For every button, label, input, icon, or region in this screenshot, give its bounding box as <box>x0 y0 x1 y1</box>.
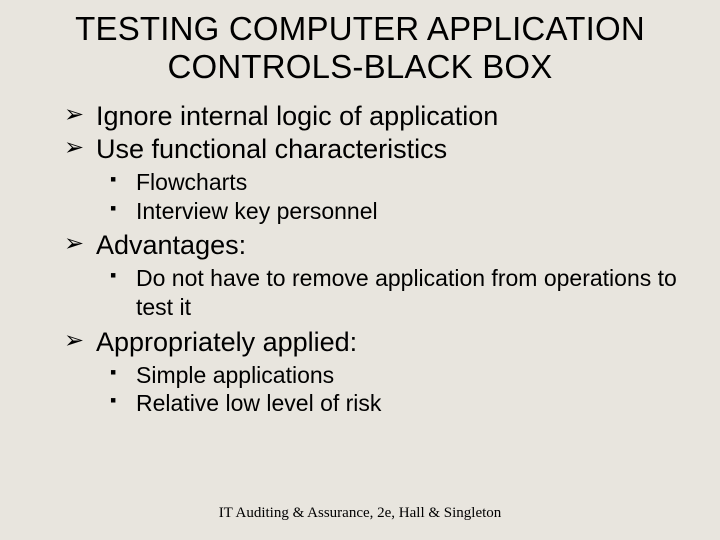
bullet-text: Do not have to remove application from o… <box>136 265 677 320</box>
bullet-text: Advantages: <box>96 230 246 260</box>
bullet-text: Use functional characteristics <box>96 134 447 164</box>
slide-title: TESTING COMPUTER APPLICATION CONTROLS-BL… <box>24 10 696 86</box>
bullet-item: Ignore internal logic of application <box>66 100 696 133</box>
bullet-text: Flowcharts <box>136 169 247 195</box>
bullet-item: Interview key personnel <box>110 197 696 226</box>
bullet-list-level1: Advantages: <box>24 229 696 262</box>
bullet-list-level2: Flowcharts Interview key personnel <box>24 168 696 226</box>
bullet-item: Relative low level of risk <box>110 389 696 418</box>
bullet-item: Use functional characteristics <box>66 133 696 166</box>
bullet-item: Advantages: <box>66 229 696 262</box>
bullet-list-level1: Appropriately applied: <box>24 326 696 359</box>
slide-footer: IT Auditing & Assurance, 2e, Hall & Sing… <box>0 505 720 522</box>
bullet-list-level2: Simple applications Relative low level o… <box>24 361 696 419</box>
bullet-item: Simple applications <box>110 361 696 390</box>
title-line-1: TESTING COMPUTER APPLICATION <box>75 10 645 47</box>
bullet-text: Simple applications <box>136 362 334 388</box>
bullet-list-level2: Do not have to remove application from o… <box>24 264 696 322</box>
title-line-2: CONTROLS-BLACK BOX <box>167 48 552 85</box>
bullet-list-level1: Ignore internal logic of application Use… <box>24 100 696 166</box>
bullet-item: Do not have to remove application from o… <box>110 264 696 322</box>
bullet-item: Flowcharts <box>110 168 696 197</box>
slide: TESTING COMPUTER APPLICATION CONTROLS-BL… <box>0 0 720 540</box>
bullet-text: Ignore internal logic of application <box>96 101 498 131</box>
bullet-text: Relative low level of risk <box>136 390 381 416</box>
bullet-item: Appropriately applied: <box>66 326 696 359</box>
bullet-text: Interview key personnel <box>136 198 378 224</box>
bullet-text: Appropriately applied: <box>96 327 357 357</box>
